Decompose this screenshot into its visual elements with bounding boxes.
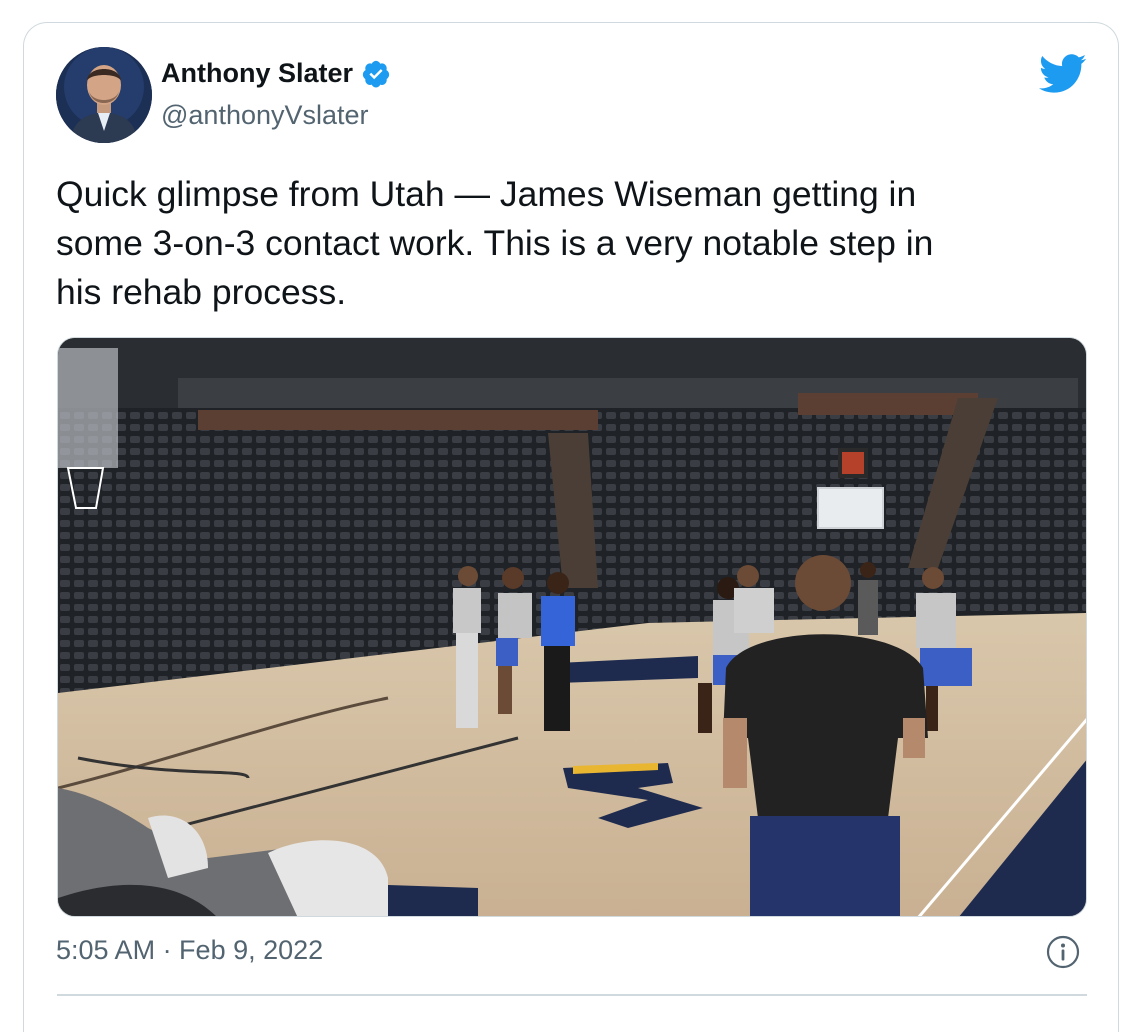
divider: [57, 994, 1087, 996]
tweet-timestamp[interactable]: 5:05 AM · Feb 9, 2022: [56, 935, 323, 966]
tweet-text: Quick glimpse from Utah — James Wiseman …: [56, 174, 934, 312]
author-name[interactable]: Anthony Slater: [161, 58, 353, 89]
info-icon[interactable]: [1046, 935, 1080, 969]
verified-badge-icon: [361, 59, 391, 89]
author-name-row[interactable]: Anthony Slater: [161, 58, 391, 89]
author-handle[interactable]: @anthonyVslater: [161, 100, 369, 131]
twitter-bird-icon[interactable]: [1038, 54, 1087, 94]
tweet-video[interactable]: [57, 337, 1087, 917]
avatar[interactable]: [56, 47, 152, 143]
